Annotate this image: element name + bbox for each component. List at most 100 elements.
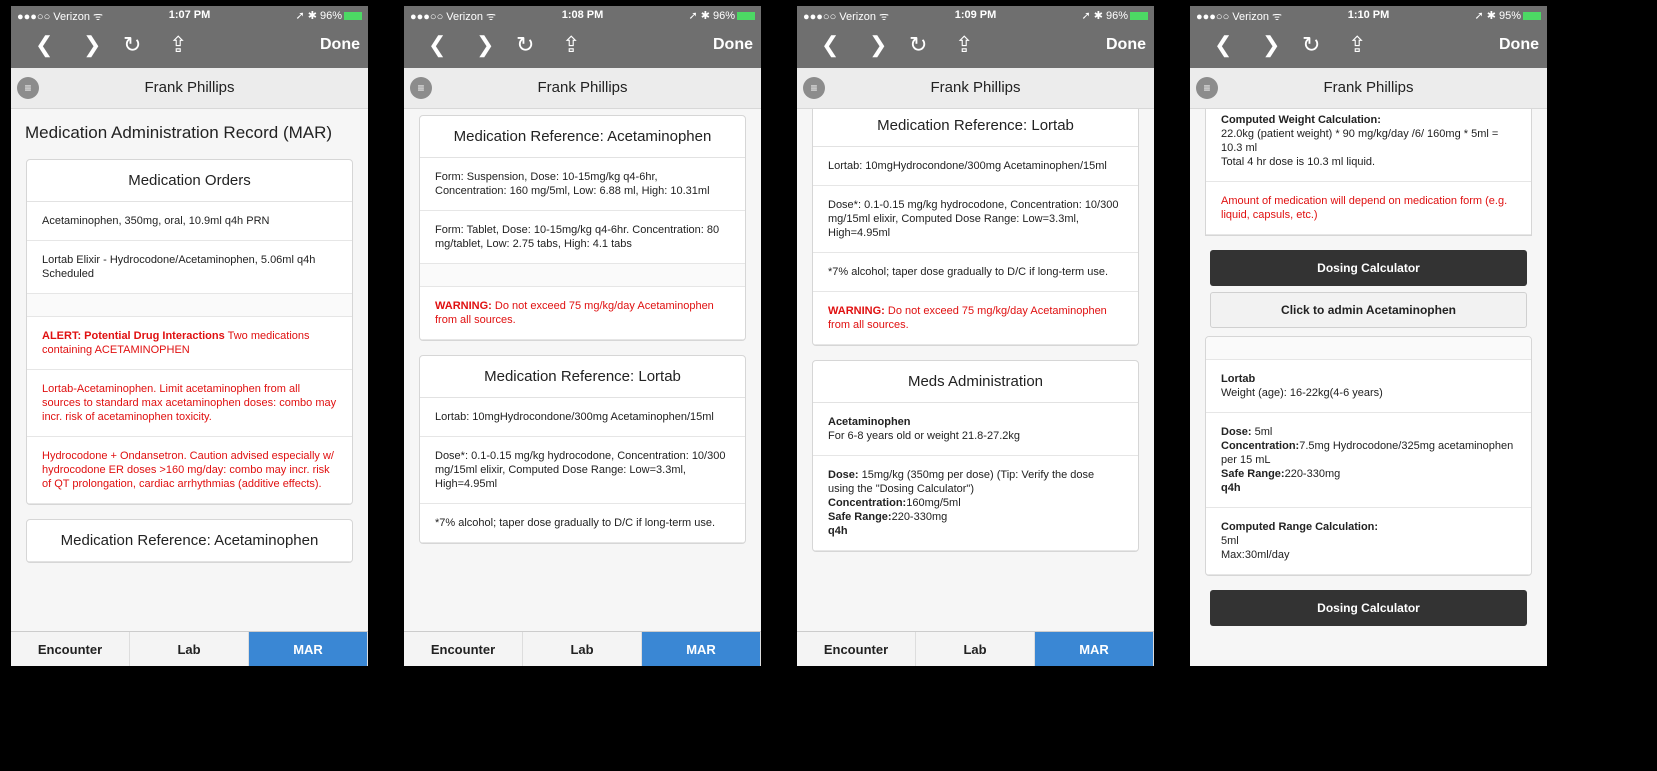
- app-header: ≡ Frank Phillips: [1190, 68, 1547, 109]
- done-button[interactable]: Done: [713, 36, 753, 54]
- alert-label: ALERT: Potential Drug Interactions: [42, 330, 225, 342]
- admin-acetaminophen-button[interactable]: Click to admin Acetaminophen: [1210, 292, 1527, 328]
- phone-screen-4: ●●●○○ Verizon ᯤ 1:10 PM ➚ ✱ 95% ❮ ❯ ↻ ⇪ …: [1190, 6, 1547, 666]
- dose-details: Dose: 15mg/kg (350mg per dose) (Tip: Ver…: [813, 456, 1138, 551]
- medication-orders-card: Medication Orders Acetaminophen, 350mg, …: [26, 159, 353, 505]
- forward-icon[interactable]: ❯: [83, 32, 101, 58]
- tab-lab[interactable]: Lab: [130, 632, 249, 666]
- lortab-dose: Dose*: 0.1-0.15 mg/kg hydrocodone, Conce…: [420, 437, 745, 504]
- phone-screen-3: ●●●○○ Verizon ᯤ 1:09 PM ➚ ✱ 96% ❮ ❯ ↻ ⇪ …: [797, 6, 1154, 666]
- battery-label: ➚ ✱ 96%: [688, 10, 735, 22]
- safe-range-text: 220-330mg: [891, 511, 948, 523]
- dose-text: 15mg/kg (350mg per dose) (Tip: Verify th…: [828, 469, 1095, 495]
- battery-label: ➚ ✱ 96%: [295, 10, 342, 22]
- battery-indicator: ➚ ✱ 96%: [1081, 9, 1148, 22]
- back-icon[interactable]: ❮: [428, 32, 446, 58]
- lortab-admin-card: Lortab Weight (age): 16-22kg(4-6 years) …: [1205, 336, 1532, 576]
- back-icon[interactable]: ❮: [1214, 32, 1232, 58]
- card-title: Medication Reference: Acetaminophen: [27, 520, 352, 562]
- dose-text: 5ml: [1251, 426, 1273, 438]
- forward-icon[interactable]: ❯: [869, 32, 887, 58]
- app-header: ≡ Frank Phillips: [797, 68, 1154, 109]
- tab-bar: Encounter Lab MAR: [797, 631, 1154, 666]
- tab-lab[interactable]: Lab: [916, 632, 1035, 666]
- divider: [1206, 337, 1531, 360]
- lortab-admin-item[interactable]: Lortab Weight (age): 16-22kg(4-6 years): [1206, 360, 1531, 413]
- calc-label: Computed Weight Calculation:: [1221, 114, 1381, 126]
- back-icon[interactable]: ❮: [821, 32, 839, 58]
- refresh-icon[interactable]: ↻: [1302, 32, 1320, 58]
- dose-label: Dose:: [1221, 426, 1252, 438]
- content-area[interactable]: Computed Weight Calculation: 22.0kg (pat…: [1190, 109, 1547, 666]
- safe-range-label: Safe Range:: [828, 511, 892, 523]
- done-button[interactable]: Done: [320, 36, 360, 54]
- lortab-note: *7% alcohol; taper dose gradually to D/C…: [813, 253, 1138, 292]
- refresh-icon[interactable]: ↻: [909, 32, 927, 58]
- concentration-label: Concentration:: [828, 497, 907, 509]
- share-icon[interactable]: ⇪: [562, 32, 580, 58]
- concentration-label: Concentration:: [1221, 440, 1300, 452]
- acetaminophen-admin-item[interactable]: Acetaminophen For 6-8 years old or weigh…: [813, 403, 1138, 456]
- tab-mar[interactable]: MAR: [1035, 632, 1154, 666]
- frequency: q4h: [1221, 482, 1241, 494]
- content-area[interactable]: Medication Administration Record (MAR) M…: [11, 109, 368, 631]
- tab-bar: Encounter Lab MAR: [11, 631, 368, 666]
- forward-icon[interactable]: ❯: [1262, 32, 1280, 58]
- order-item[interactable]: Acetaminophen, 350mg, oral, 10.9ml q4h P…: [27, 202, 352, 241]
- form-item: Form: Suspension, Dose: 10-15mg/kg q4-6h…: [420, 158, 745, 211]
- lortab-reference-card: Medication Reference: Lortab Lortab: 10m…: [419, 355, 746, 544]
- forward-icon[interactable]: ❯: [476, 32, 494, 58]
- frequency: q4h: [828, 525, 848, 537]
- calc-label: Computed Range Calculation:: [1221, 521, 1379, 533]
- refresh-icon[interactable]: ↻: [516, 32, 534, 58]
- order-item[interactable]: Lortab Elixir - Hydrocodone/Acetaminophe…: [27, 241, 352, 294]
- interaction-note: Hydrocodone + Ondansetron. Caution advis…: [27, 437, 352, 504]
- acetaminophen-reference-card: Medication Reference: Acetaminophen: [26, 519, 353, 563]
- tab-mar[interactable]: MAR: [249, 632, 368, 666]
- card-title: Medication Reference: Lortab: [813, 109, 1138, 147]
- battery-label: ➚ ✱ 96%: [1081, 10, 1128, 22]
- amount-note: Amount of medication will depend on medi…: [1206, 182, 1531, 235]
- tab-lab[interactable]: Lab: [523, 632, 642, 666]
- drug-criteria: For 6-8 years old or weight 21.8-27.2kg: [828, 430, 1020, 442]
- dosing-calculator-button[interactable]: Dosing Calculator: [1210, 590, 1527, 626]
- patient-name: Frank Phillips: [537, 79, 628, 96]
- page-title: Medication Administration Record (MAR): [25, 123, 333, 142]
- tab-encounter[interactable]: Encounter: [404, 632, 523, 666]
- calc-line: 5ml: [1221, 535, 1239, 547]
- calc-line: 22.0kg (patient weight) * 90 mg/kg/day /…: [1221, 128, 1499, 154]
- patient-name: Frank Phillips: [144, 79, 235, 96]
- dose-details: Dose: 5ml Concentration:7.5mg Hydrocodon…: [1206, 413, 1531, 508]
- tab-mar[interactable]: MAR: [642, 632, 761, 666]
- status-bar: ●●●○○ Verizon ᯤ 1:10 PM ➚ ✱ 95%: [1190, 6, 1547, 24]
- browser-toolbar: ❮ ❯ ↻ ⇪ Done: [1190, 24, 1547, 68]
- safe-range-text: 220-330mg: [1284, 468, 1341, 480]
- back-icon[interactable]: ❮: [35, 32, 53, 58]
- tab-encounter[interactable]: Encounter: [11, 632, 130, 666]
- done-button[interactable]: Done: [1499, 36, 1539, 54]
- calc-max: Max:30ml/day: [1221, 549, 1290, 561]
- drug-name: Lortab: [1221, 373, 1256, 385]
- content-area[interactable]: Medication Reference: Acetaminophen Form…: [404, 109, 761, 631]
- card-title: Meds Administration: [813, 361, 1138, 403]
- content-area[interactable]: Medication Reference: Lortab Lortab: 10m…: [797, 109, 1154, 631]
- warning-label: WARNING:: [435, 300, 492, 312]
- card-title: Medication Reference: Acetaminophen: [420, 116, 745, 158]
- app-header: ≡ Frank Phillips: [11, 68, 368, 109]
- drug-criteria: Weight (age): 16-22kg(4-6 years): [1221, 387, 1383, 399]
- refresh-icon[interactable]: ↻: [123, 32, 141, 58]
- battery-indicator: ➚ ✱ 96%: [295, 9, 362, 22]
- tab-encounter[interactable]: Encounter: [797, 632, 916, 666]
- done-button[interactable]: Done: [1106, 36, 1146, 54]
- share-icon[interactable]: ⇪: [169, 32, 187, 58]
- share-icon[interactable]: ⇪: [1348, 32, 1366, 58]
- dosing-calculator-button[interactable]: Dosing Calculator: [1210, 250, 1527, 286]
- share-icon[interactable]: ⇪: [955, 32, 973, 58]
- battery-icon: [344, 12, 362, 20]
- patient-name: Frank Phillips: [930, 79, 1021, 96]
- lortab-reference-card: Medication Reference: Lortab Lortab: 10m…: [812, 109, 1139, 346]
- acetaminophen-admin-card: Computed Weight Calculation: 22.0kg (pat…: [1205, 109, 1532, 236]
- safe-range-label: Safe Range:: [1221, 468, 1285, 480]
- battery-icon: [1130, 12, 1148, 20]
- phone-screen-2: ●●●○○ Verizon ᯤ 1:08 PM ➚ ✱ 96% ❮ ❯ ↻ ⇪ …: [404, 6, 761, 666]
